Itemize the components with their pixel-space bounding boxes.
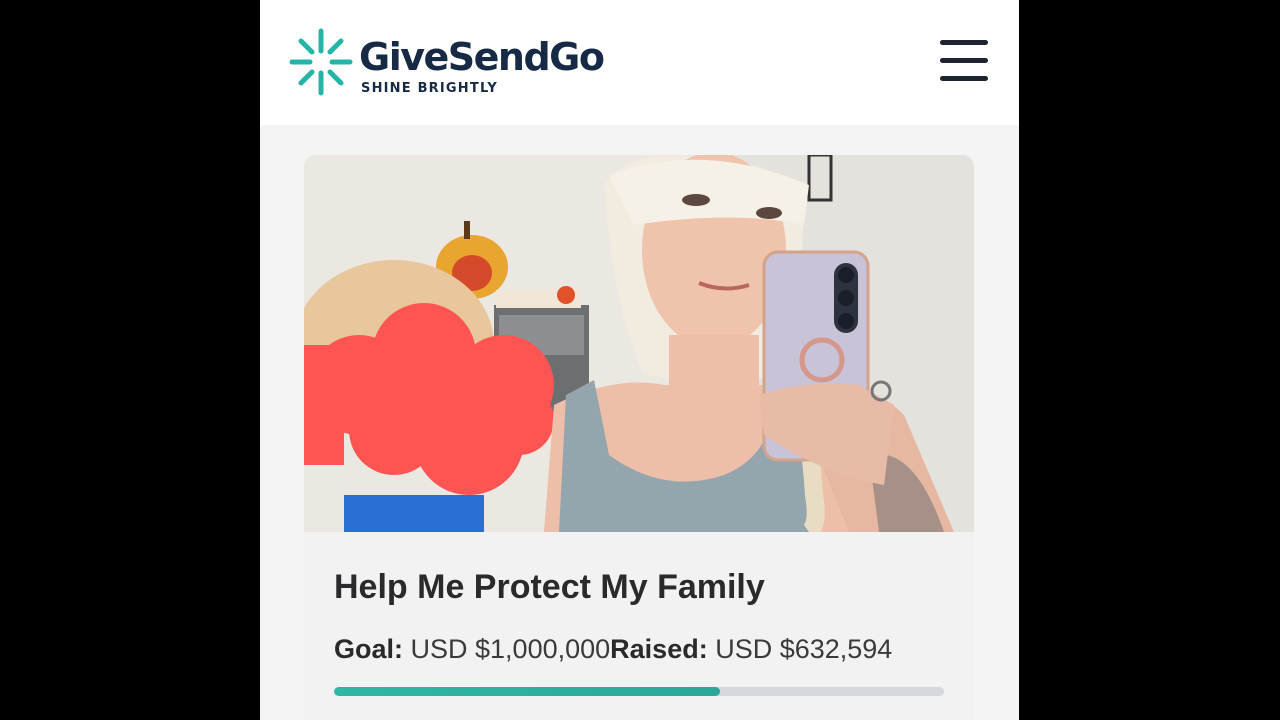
- givesendgo-logo[interactable]: GiveSendGo SHINE BRIGHTLY: [288, 27, 628, 102]
- raised-value: USD $632,594: [707, 634, 893, 664]
- raised-label: Raised:: [610, 634, 708, 664]
- sparkle-logo-icon: [289, 28, 353, 96]
- goal-label: Goal:: [334, 634, 404, 664]
- hamburger-menu-icon[interactable]: [940, 40, 990, 84]
- campaign-photo: [304, 155, 974, 532]
- funding-progress-bar: [334, 687, 944, 696]
- campaign-photo-illustration: [304, 155, 974, 532]
- campaign-stats: Goal: USD $1,000,000Raised: USD $632,594: [334, 634, 892, 665]
- site-header: GiveSendGo SHINE BRIGHTLY: [260, 0, 1019, 125]
- goal-value: USD $1,000,000: [403, 634, 611, 664]
- brand-tagline: SHINE BRIGHTLY: [361, 81, 499, 96]
- campaign-card: Help Me Protect My Family Goal: USD $1,0…: [304, 532, 974, 720]
- campaign-page: GiveSendGo SHINE BRIGHTLY Help Me Protec…: [260, 0, 1019, 720]
- funding-progress-fill: [334, 687, 720, 696]
- campaign-title[interactable]: Help Me Protect My Family: [334, 568, 765, 607]
- brand-name: GiveSendGo: [359, 35, 605, 79]
